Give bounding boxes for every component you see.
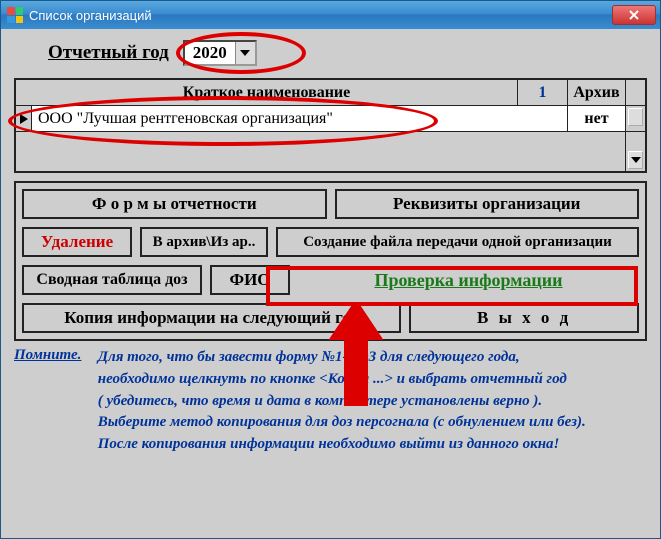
year-value: 2020 (185, 42, 235, 64)
scrollbar-track[interactable] (625, 132, 645, 171)
note-line: ( убедитесь, что время и дата в компьюте… (98, 393, 542, 409)
dose-table-button[interactable]: Сводная таблица доз (22, 265, 202, 295)
year-label: Отчетный год (48, 42, 169, 64)
window-title: Список организаций (29, 8, 612, 23)
button-panel: Ф о р м ы отчетности Реквизиты организац… (14, 181, 647, 341)
app-icon (7, 7, 23, 23)
titlebar: Список организаций (1, 1, 660, 29)
check-info-link[interactable]: Проверка информации (368, 270, 568, 291)
col-count: 1 (517, 80, 567, 105)
year-row: Отчетный год 2020 (6, 34, 655, 72)
scrollbar[interactable] (625, 106, 645, 131)
scroll-down-icon[interactable] (628, 151, 643, 169)
delete-button[interactable]: Удаление (22, 227, 132, 257)
note-text: Для того, что бы завести форму №1-ДОЗ дл… (98, 347, 645, 456)
note-line: После копирования информации необходимо … (98, 436, 560, 452)
create-file-button[interactable]: Создание файла передачи одной организаци… (276, 227, 639, 257)
col-archive-header: Архив (567, 80, 625, 105)
year-select[interactable]: 2020 (183, 40, 257, 66)
exit-button[interactable]: В ы х о д (409, 303, 639, 333)
close-button[interactable] (612, 5, 656, 25)
note-line: необходимо щелкнуть по кнопке <Копия ...… (98, 371, 567, 387)
cell-org-name: ООО "Лучшая рентгеновская организация" (32, 106, 567, 131)
chevron-down-icon[interactable] (235, 42, 255, 64)
note-line: Выберите метод копирования для доз персо… (98, 414, 586, 430)
scroll-up-icon[interactable] (628, 108, 643, 126)
note-block: Помните. Для того, что бы завести форму … (6, 341, 655, 456)
org-grid: Краткое наименование 1 Архив ООО "Лучшая… (14, 78, 647, 173)
forms-button[interactable]: Ф о р м ы отчетности (22, 189, 327, 219)
cell-archive: нет (567, 106, 625, 131)
requisites-button[interactable]: Реквизиты организации (335, 189, 640, 219)
col-name-header: Краткое наименование (16, 80, 517, 105)
note-line: Для того, что бы завести форму №1-ДОЗ дл… (98, 349, 520, 365)
copy-button[interactable]: Копия информации на следующий год (22, 303, 401, 333)
grid-header: Краткое наименование 1 Архив (16, 80, 645, 106)
fio-button[interactable]: ФИО (210, 265, 290, 295)
window: Список организаций Отчетный год 2020 Кра… (0, 0, 661, 539)
archive-button[interactable]: В архив\Из ар.. (140, 227, 268, 257)
note-heading: Помните. (14, 347, 94, 364)
scrollbar-head (625, 80, 645, 105)
table-row[interactable]: ООО "Лучшая рентгеновская организация" н… (16, 106, 645, 132)
row-marker-icon (16, 106, 32, 131)
